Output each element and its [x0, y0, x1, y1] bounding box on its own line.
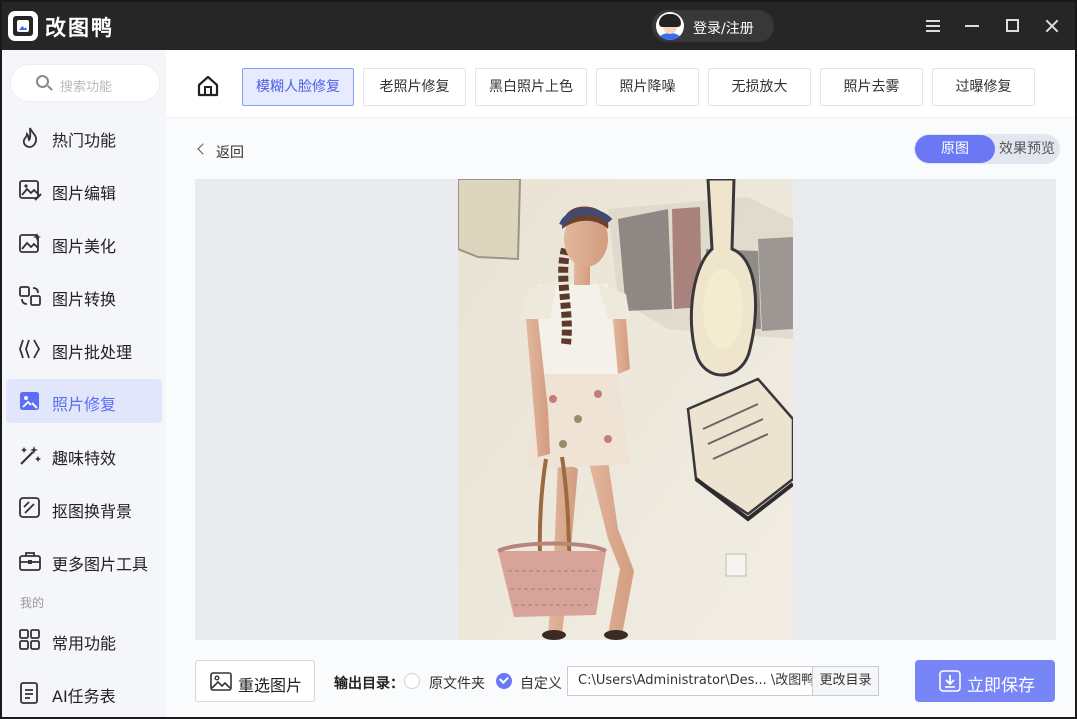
- document-icon: [20, 682, 38, 704]
- tab-upscale[interactable]: 无损放大: [708, 68, 811, 106]
- toolbox-icon: [19, 552, 41, 571]
- image-canvas: [195, 179, 1056, 640]
- close-icon[interactable]: [1040, 14, 1064, 38]
- view-toggle[interactable]: 原图 效果预览: [914, 134, 1060, 164]
- sidebar-item-hot[interactable]: 热门功能: [6, 115, 162, 159]
- sidebar-item-label: 图片美化: [52, 237, 117, 256]
- app-title: 改图鸭: [45, 16, 114, 40]
- sidebar-item-label: 图片转换: [52, 290, 117, 309]
- home-icon[interactable]: [194, 72, 222, 100]
- image-icon: [210, 672, 232, 691]
- sidebar-item-cutout[interactable]: 抠图换背景: [6, 486, 162, 530]
- sidebar-item-label: AI任务表: [52, 687, 116, 706]
- download-icon: [939, 670, 961, 692]
- back-link[interactable]: 返回: [216, 142, 244, 162]
- tab-dehaze[interactable]: 照片去雾: [820, 68, 923, 106]
- avatar: [656, 12, 684, 40]
- magic-wand-icon: [20, 446, 41, 465]
- toggle-original[interactable]: 原图: [915, 135, 995, 163]
- radio-custom[interactable]: [496, 673, 512, 689]
- reselect-image-button[interactable]: 重选图片: [195, 660, 315, 702]
- sidebar-item-label: 抠图换背景: [52, 502, 133, 521]
- feature-tabbar: 模糊人脸修复 老照片修复 黑白照片上色 照片降噪 无损放大 照片去雾 过曝修复: [166, 50, 1075, 118]
- radio-original-folder[interactable]: [404, 673, 420, 689]
- sidebar: 搜索功能 热门功能 图片编辑 图片美化 图片转换 图片批处理 照片修复 趣味特效…: [2, 50, 166, 717]
- photo-repair-icon: [20, 392, 39, 410]
- output-path-field[interactable]: C:\Users\Administrator\Des... \改图鸭: [567, 666, 813, 696]
- change-dir-button[interactable]: 更改目录: [813, 666, 879, 696]
- app-window: 改图鸭 登录/注册 搜索功能 热门功能 图片编辑 图片美化 图片转换 图片批处理…: [2, 2, 1075, 717]
- sidebar-item-batch[interactable]: 图片批处理: [6, 327, 162, 371]
- radio-original-folder-label[interactable]: 原文件夹: [429, 673, 485, 693]
- save-label: 立即保存: [967, 676, 1035, 696]
- tab-old-photo-repair[interactable]: 老照片修复: [363, 68, 466, 106]
- search-placeholder: 搜索功能: [60, 80, 113, 95]
- sidebar-item-fun-effects[interactable]: 趣味特效: [6, 433, 162, 477]
- batch-icon: [19, 339, 41, 359]
- sidebar-item-image-edit[interactable]: 图片编辑: [6, 168, 162, 212]
- sidebar-item-label: 图片批处理: [52, 343, 133, 362]
- sidebar-item-label: 照片修复: [52, 395, 117, 414]
- menu-icon[interactable]: [921, 14, 945, 38]
- minimize-icon[interactable]: [960, 14, 984, 38]
- tab-overexposure-repair[interactable]: 过曝修复: [932, 68, 1035, 106]
- convert-icon: [19, 286, 41, 306]
- flame-icon: [22, 127, 38, 148]
- sidebar-item-beautify[interactable]: 图片美化: [6, 221, 162, 265]
- sidebar-item-label: 常用功能: [52, 634, 117, 653]
- image-edit-icon: [19, 180, 42, 201]
- radio-custom-label[interactable]: 自定义: [520, 673, 562, 693]
- login-label: 登录/注册: [693, 21, 754, 37]
- login-button[interactable]: 登录/注册: [652, 10, 774, 42]
- grid-icon: [19, 629, 40, 650]
- sidebar-item-more-tools[interactable]: 更多图片工具: [6, 539, 162, 583]
- sidebar-item-label: 趣味特效: [52, 449, 117, 468]
- save-now-button[interactable]: 立即保存: [915, 660, 1055, 702]
- sidebar-item-label: 热门功能: [52, 131, 117, 150]
- reselect-label: 重选图片: [238, 676, 303, 695]
- maximize-icon[interactable]: [1000, 14, 1024, 38]
- output-dir-label: 输出目录：: [334, 676, 404, 692]
- tab-blur-face-repair[interactable]: 模糊人脸修复: [242, 68, 354, 106]
- tab-denoise[interactable]: 照片降噪: [596, 68, 699, 106]
- main-panel: 模糊人脸修复 老照片修复 黑白照片上色 照片降噪 无损放大 照片去雾 过曝修复 …: [166, 50, 1075, 717]
- sidebar-item-photo-repair[interactable]: 照片修复: [6, 379, 162, 423]
- search-input[interactable]: 搜索功能: [10, 64, 160, 102]
- sidebar-item-convert[interactable]: 图片转换: [6, 274, 162, 318]
- section-label-mine: 我的: [20, 596, 45, 610]
- sidebar-item-label: 图片编辑: [52, 184, 117, 203]
- app-logo-icon: [8, 11, 38, 41]
- sidebar-item-label: 更多图片工具: [52, 555, 149, 574]
- toggle-preview[interactable]: 效果预览: [996, 135, 1058, 163]
- chevron-left-icon[interactable]: [197, 143, 209, 155]
- cutout-icon: [19, 497, 40, 518]
- image-sparkle-icon: [19, 233, 41, 253]
- tab-colorize[interactable]: 黑白照片上色: [475, 68, 587, 106]
- title-bar: 改图鸭 登录/注册: [2, 2, 1075, 50]
- sidebar-item-common[interactable]: 常用功能: [6, 618, 162, 662]
- sidebar-item-ai-tasks[interactable]: AI任务表: [6, 671, 162, 715]
- photo-preview: [458, 179, 793, 640]
- search-icon: [36, 75, 53, 91]
